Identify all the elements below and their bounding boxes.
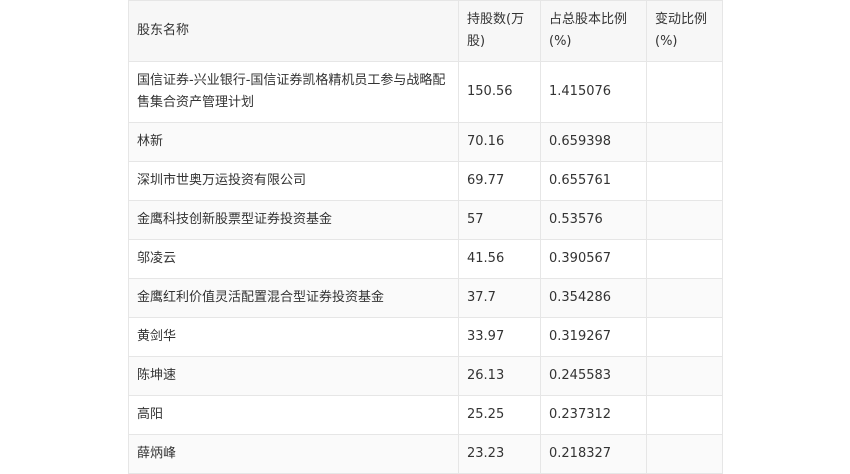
cell-change-ratio [646,395,723,435]
cell-share-ratio: 0.218327 [540,434,647,474]
table-row: 金鹰科技创新股票型证券投资基金 57 0.53576 [128,200,723,240]
header-shareholder-name: 股东名称 [128,0,459,62]
table-row: 高阳 25.25 0.237312 [128,395,723,435]
table-row: 薛炳峰 23.23 0.218327 [128,434,723,474]
header-change-ratio: 变动比例(%) [646,0,723,62]
table-row: 陈坤速 26.13 0.245583 [128,356,723,396]
cell-shareholder-name: 高阳 [128,395,459,435]
table-row: 金鹰红利价值灵活配置混合型证券投资基金 37.7 0.354286 [128,278,723,318]
cell-change-ratio [646,356,723,396]
cell-change-ratio [646,317,723,357]
table-row: 邬凌云 41.56 0.390567 [128,239,723,279]
cell-shareholder-name: 国信证券-兴业银行-国信证券凯格精机员工参与战略配售集合资产管理计划 [128,61,459,123]
cell-shares-held: 150.56 [458,61,541,123]
cell-shares-held: 69.77 [458,161,541,201]
cell-shareholder-name: 金鹰红利价值灵活配置混合型证券投资基金 [128,278,459,318]
header-share-ratio: 占总股本比例(%) [540,0,647,62]
cell-share-ratio: 0.390567 [540,239,647,279]
cell-share-ratio: 0.237312 [540,395,647,435]
header-shares-held: 持股数(万股) [458,0,541,62]
cell-change-ratio [646,200,723,240]
cell-shares-held: 57 [458,200,541,240]
cell-change-ratio [646,161,723,201]
cell-share-ratio: 0.53576 [540,200,647,240]
table-header-row: 股东名称 持股数(万股) 占总股本比例(%) 变动比例(%) [128,0,723,62]
cell-shares-held: 70.16 [458,122,541,162]
cell-shareholder-name: 邬凌云 [128,239,459,279]
cell-shares-held: 41.56 [458,239,541,279]
cell-shareholder-name: 林新 [128,122,459,162]
table-row: 林新 70.16 0.659398 [128,122,723,162]
cell-shares-held: 26.13 [458,356,541,396]
cell-shareholder-name: 黄剑华 [128,317,459,357]
cell-shareholder-name: 薛炳峰 [128,434,459,474]
table-row: 黄剑华 33.97 0.319267 [128,317,723,357]
cell-change-ratio [646,434,723,474]
cell-share-ratio: 0.659398 [540,122,647,162]
cell-change-ratio [646,61,723,123]
cell-share-ratio: 0.319267 [540,317,647,357]
cell-shareholder-name: 金鹰科技创新股票型证券投资基金 [128,200,459,240]
cell-shareholder-name: 陈坤速 [128,356,459,396]
cell-change-ratio [646,239,723,279]
cell-change-ratio [646,278,723,318]
shareholder-table-container: 股东名称 持股数(万股) 占总股本比例(%) 变动比例(%) 国信证券-兴业银行… [128,0,723,474]
cell-share-ratio: 0.655761 [540,161,647,201]
shareholder-table: 股东名称 持股数(万股) 占总股本比例(%) 变动比例(%) 国信证券-兴业银行… [128,0,723,474]
cell-shares-held: 25.25 [458,395,541,435]
cell-share-ratio: 1.415076 [540,61,647,123]
cell-share-ratio: 0.354286 [540,278,647,318]
cell-shareholder-name: 深圳市世奥万运投资有限公司 [128,161,459,201]
cell-change-ratio [646,122,723,162]
cell-shares-held: 23.23 [458,434,541,474]
table-row: 深圳市世奥万运投资有限公司 69.77 0.655761 [128,161,723,201]
cell-shares-held: 37.7 [458,278,541,318]
table-row: 国信证券-兴业银行-国信证券凯格精机员工参与战略配售集合资产管理计划 150.5… [128,61,723,123]
cell-shares-held: 33.97 [458,317,541,357]
cell-share-ratio: 0.245583 [540,356,647,396]
